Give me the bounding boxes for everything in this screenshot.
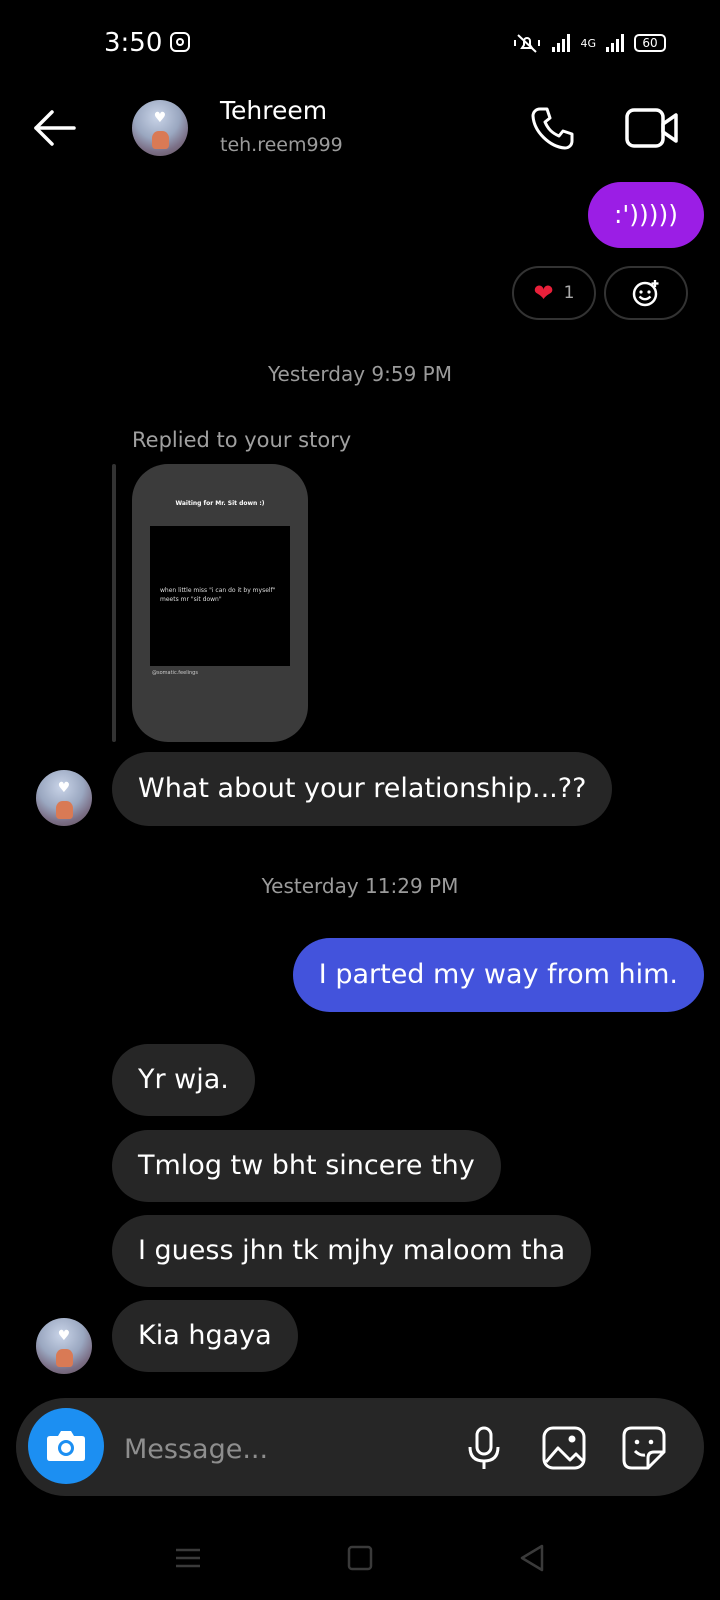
avatar[interactable] bbox=[132, 100, 188, 156]
back-nav-icon[interactable] bbox=[512, 1538, 552, 1578]
story-image: when little miss "i can do it by myself"… bbox=[150, 526, 290, 666]
message-input[interactable] bbox=[122, 1424, 446, 1474]
sender-avatar[interactable] bbox=[36, 1318, 92, 1374]
menu-icon[interactable] bbox=[168, 1538, 208, 1578]
story-title: Waiting for Mr. Sit down :) bbox=[175, 500, 265, 507]
home-icon[interactable] bbox=[340, 1538, 380, 1578]
contact-name[interactable]: Tehreem bbox=[220, 96, 327, 125]
camera-icon bbox=[47, 1431, 85, 1461]
battery-icon: 60 bbox=[634, 34, 666, 52]
incoming-message[interactable]: I guess jhn tk mjhy maloom tha bbox=[112, 1215, 592, 1287]
incoming-message[interactable]: What about your relationship...?? bbox=[112, 752, 613, 826]
status-icons: 4G 60 bbox=[512, 30, 666, 56]
back-arrow-icon[interactable] bbox=[30, 104, 78, 152]
story-footer: @somatic.feelings bbox=[152, 670, 198, 676]
microphone-icon[interactable] bbox=[460, 1424, 508, 1472]
video-call-icon[interactable] bbox=[624, 104, 680, 152]
gallery-icon[interactable] bbox=[540, 1424, 588, 1472]
sticker-icon[interactable] bbox=[620, 1424, 668, 1472]
reaction-count: 1 bbox=[563, 283, 575, 303]
sender-avatar[interactable] bbox=[36, 770, 92, 826]
heart-reaction[interactable]: ❤ 1 bbox=[512, 266, 596, 320]
story-preview[interactable]: Waiting for Mr. Sit down :) when little … bbox=[132, 464, 308, 742]
mute-vibrate-icon bbox=[514, 34, 541, 53]
network-type: 4G bbox=[580, 36, 596, 50]
outgoing-message[interactable]: :'))))) bbox=[587, 182, 704, 248]
reply-divider bbox=[112, 464, 116, 742]
signal-icon bbox=[552, 34, 571, 52]
phone-call-icon[interactable] bbox=[528, 104, 576, 152]
camera-button[interactable] bbox=[28, 1408, 104, 1484]
incoming-message[interactable]: Kia hgaya bbox=[112, 1300, 298, 1372]
story-reply-label: Replied to your story bbox=[132, 428, 352, 452]
status-time: 3:50 bbox=[104, 28, 163, 58]
timestamp: Yesterday 9:59 PM bbox=[267, 362, 453, 386]
incoming-message[interactable]: Tmlog tw bht sincere thy bbox=[112, 1130, 501, 1202]
instagram-notification-icon bbox=[170, 32, 190, 52]
story-body: when little miss "i can do it by myself"… bbox=[160, 587, 276, 603]
outgoing-message[interactable]: I parted my way from him. bbox=[292, 938, 704, 1012]
signal-icon-2 bbox=[606, 34, 624, 52]
incoming-message[interactable]: Yr wja. bbox=[112, 1044, 255, 1116]
add-emoji-icon bbox=[632, 280, 659, 307]
timestamp: Yesterday 11:29 PM bbox=[261, 874, 459, 898]
heart-icon: ❤ bbox=[533, 279, 554, 307]
contact-username[interactable]: teh.reem999 bbox=[220, 134, 343, 156]
add-reaction-button[interactable] bbox=[604, 266, 688, 320]
